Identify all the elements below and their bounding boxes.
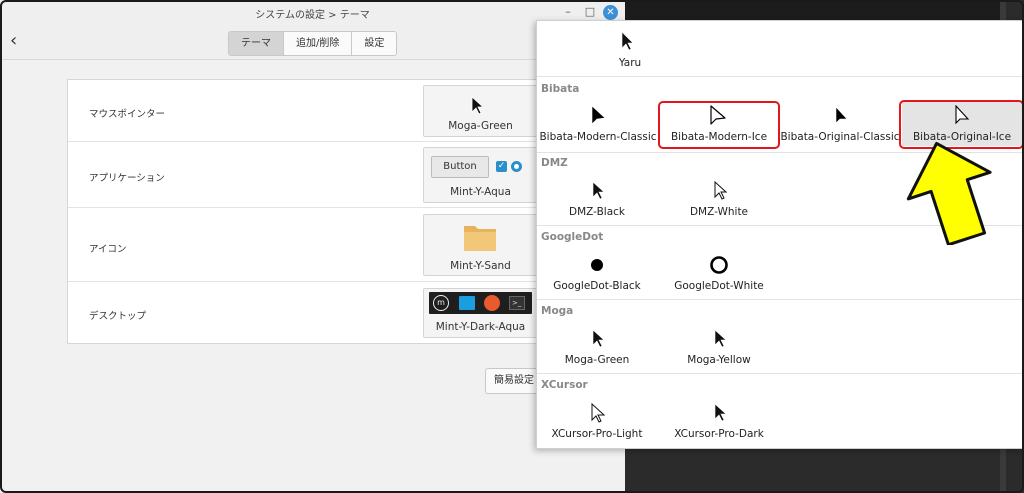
- section-title-googledot: GoogleDot: [541, 231, 604, 243]
- cursor-option-label: DMZ-Black: [569, 206, 625, 218]
- icon-theme-selector[interactable]: Mint-Y-Sand: [423, 214, 538, 276]
- cursor-option-xcursor-pro-light[interactable]: XCursor-Pro-Light: [537, 403, 657, 443]
- mouse-pointer-selector[interactable]: Moga-Green: [423, 85, 538, 137]
- close-button[interactable]: ✕: [603, 5, 618, 20]
- separator: [537, 76, 1023, 77]
- cursor-option-label: GoogleDot-Black: [553, 280, 641, 292]
- cursor-arrow-icon: [591, 403, 606, 423]
- cursor-option-label: XCursor-Pro-Light: [551, 428, 643, 440]
- settings-window: システムの設定 > テーマ ‹ – □ ✕ テーマ 追加/削除 設定 マウスポイ…: [0, 0, 625, 493]
- section-title-moga: Moga: [541, 305, 574, 317]
- cursor-arrow-icon: [714, 329, 727, 348]
- cursor-option-bibata-original-classic[interactable]: Bibata-Original-Classic: [779, 105, 901, 145]
- icons-row: アイコン Mint-Y-Sand: [68, 208, 546, 282]
- cursor-arrow-icon: [592, 181, 605, 200]
- cursor-option-label: Yaru: [618, 57, 642, 69]
- desktop-row: デスクトップ m >_ Mint-Y-Dark-Aqua: [68, 282, 546, 344]
- files-icon: [459, 296, 475, 310]
- cursor-option-googledot-black[interactable]: GoogleDot-Black: [537, 255, 657, 295]
- dot-cursor-icon: [710, 256, 728, 274]
- window-titlebar: システムの設定 > テーマ ‹ – □ ✕ テーマ 追加/削除 設定: [0, 0, 625, 60]
- section-title-xcursor: XCursor: [541, 379, 588, 391]
- firefox-icon: [484, 295, 500, 311]
- cursor-arrow-icon: [835, 106, 848, 124]
- desktop-preview-panel: m >_: [429, 292, 532, 314]
- annotation-arrow-icon: [906, 141, 992, 245]
- cursor-arrow-icon: [714, 181, 728, 200]
- mouse-pointer-value: Moga-Green: [448, 120, 513, 132]
- tab-theme[interactable]: テーマ: [229, 32, 284, 55]
- terminal-icon: >_: [509, 296, 525, 310]
- section-title-bibata: Bibata: [541, 83, 580, 95]
- application-label: アプリケーション: [89, 173, 165, 184]
- tab-add-remove[interactable]: 追加/削除: [284, 32, 353, 55]
- cursor-arrow-icon: [471, 96, 484, 115]
- tab-settings[interactable]: 設定: [352, 32, 396, 55]
- minimize-button[interactable]: –: [561, 5, 575, 19]
- application-row: アプリケーション Button ✓ Mint-Y-Aqua: [68, 142, 546, 208]
- cursor-arrow-icon: [714, 403, 727, 422]
- cursor-option-moga-green[interactable]: Moga-Green: [537, 329, 657, 369]
- cursor-option-label: DMZ-White: [689, 206, 749, 218]
- cursor-option-label: Bibata-Modern-Classic: [539, 131, 657, 143]
- cursor-arrow-icon: [592, 329, 605, 348]
- cursor-option-dmz-black[interactable]: DMZ-Black: [537, 181, 657, 221]
- tab-bar: テーマ 追加/削除 設定: [228, 31, 398, 56]
- application-theme-selector[interactable]: Button ✓ Mint-Y-Aqua: [423, 147, 538, 203]
- window-title: システムの設定 > テーマ: [255, 10, 370, 21]
- cursor-arrow-icon: [591, 105, 606, 125]
- section-title-dmz: DMZ: [541, 157, 568, 169]
- cursor-option-googledot-white[interactable]: GoogleDot-White: [659, 255, 779, 295]
- mint-menu-icon: m: [433, 295, 449, 311]
- mouse-pointer-label: マウスポインター: [89, 109, 166, 120]
- cursor-option-label: GoogleDot-White: [674, 280, 764, 292]
- theme-settings-panel: マウスポインター Moga-Green アプリケーション Button ✓ Mi…: [67, 79, 547, 344]
- separator: [537, 373, 1023, 374]
- cursor-option-label: Moga-Green: [564, 354, 630, 366]
- desktop-label: デスクトップ: [89, 311, 147, 322]
- desktop-theme-selector[interactable]: m >_ Mint-Y-Dark-Aqua: [423, 288, 538, 338]
- radio-icon: [511, 161, 522, 172]
- cursor-option-yaru[interactable]: Yaru: [570, 31, 690, 73]
- cursor-arrow-icon: [621, 31, 634, 51]
- separator: [537, 299, 1023, 300]
- cursor-option-label: XCursor-Pro-Dark: [674, 428, 764, 440]
- highlight-box-bibata-modern-ice: [658, 101, 780, 149]
- cursor-option-dmz-white[interactable]: DMZ-White: [659, 181, 779, 221]
- icon-theme-value: Mint-Y-Sand: [450, 260, 511, 272]
- dot-cursor-icon: [590, 258, 604, 272]
- mouse-pointer-row: マウスポインター Moga-Green: [68, 80, 546, 142]
- cursor-option-xcursor-pro-dark[interactable]: XCursor-Pro-Dark: [659, 403, 779, 443]
- cursor-option-moga-yellow[interactable]: Moga-Yellow: [659, 329, 779, 369]
- application-theme-value: Mint-Y-Aqua: [450, 186, 511, 198]
- cursor-option-label: Moga-Yellow: [687, 354, 751, 366]
- back-button[interactable]: ‹: [10, 32, 26, 52]
- preview-button: Button: [431, 156, 489, 178]
- cursor-option-label: Bibata-Original-Classic: [780, 131, 900, 143]
- checkbox-icon: ✓: [496, 161, 507, 172]
- cursor-option-bibata-modern-classic[interactable]: Bibata-Modern-Classic: [537, 105, 659, 145]
- icons-label: アイコン: [89, 244, 127, 255]
- background-window-bar: [624, 0, 1006, 22]
- folder-icon: [464, 226, 496, 251]
- maximize-button[interactable]: □: [583, 5, 597, 19]
- desktop-theme-value: Mint-Y-Dark-Aqua: [435, 321, 526, 333]
